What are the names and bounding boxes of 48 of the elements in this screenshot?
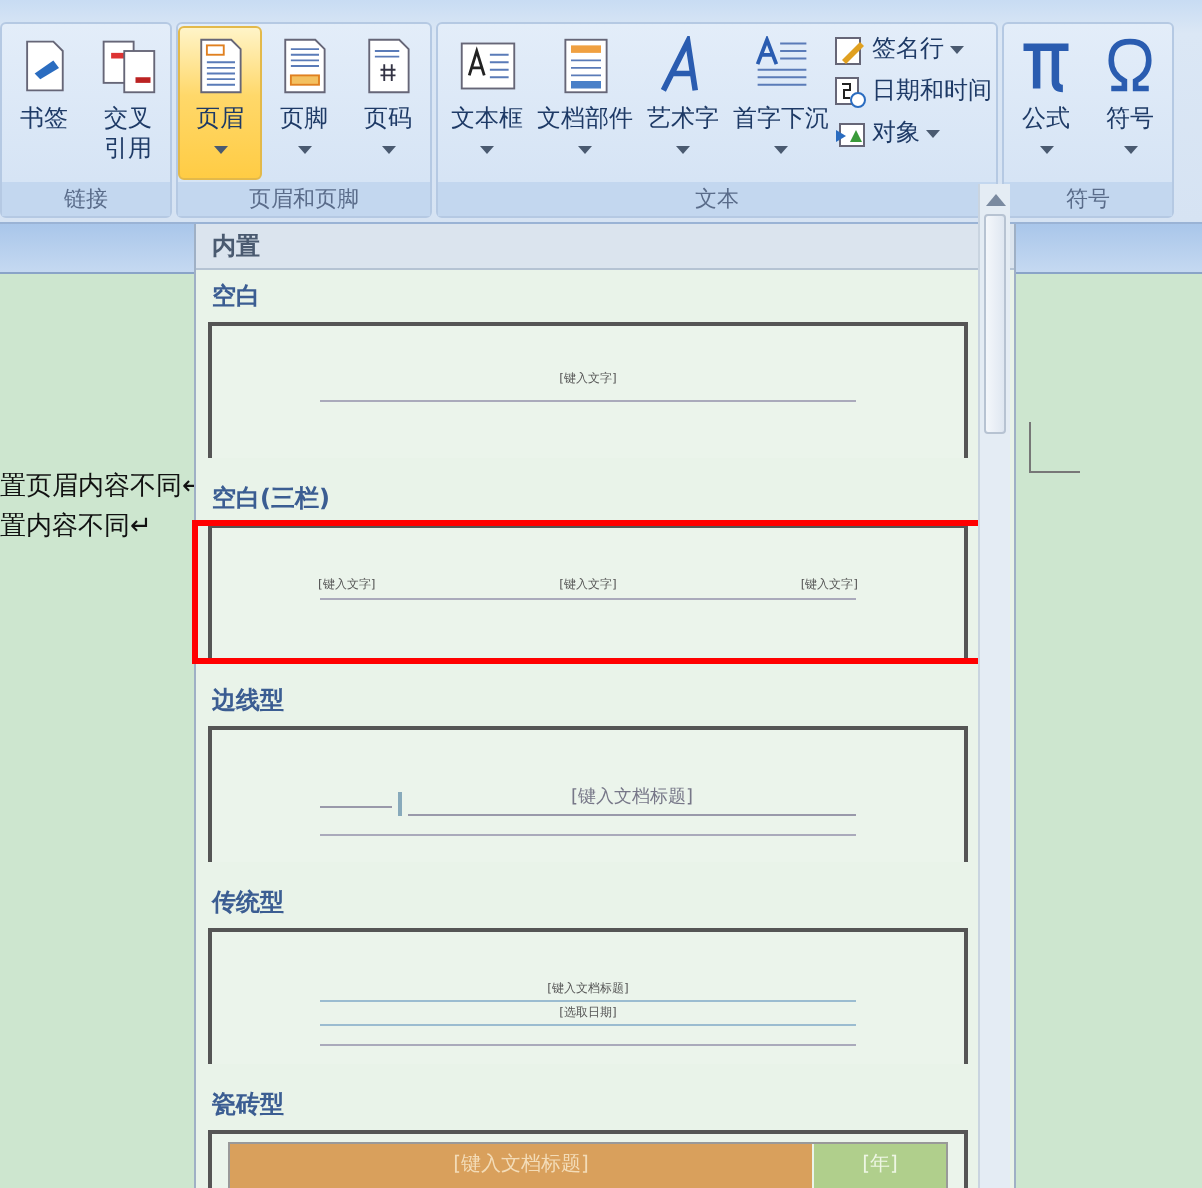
signature-icon	[834, 33, 866, 65]
datetime-icon	[834, 75, 866, 107]
caret-icon	[480, 146, 494, 154]
group-label: 页眉和页脚	[178, 182, 430, 216]
caret-icon	[774, 146, 788, 154]
gallery-item-title: 空白	[210, 280, 262, 314]
ribbon-button[interactable]: 书签	[2, 26, 86, 180]
gallery-item-title: 瓷砖型	[210, 1088, 286, 1122]
year-tile: [年]	[814, 1144, 946, 1188]
crossref-icon	[98, 36, 158, 96]
placeholder-text: [键入文档标题]	[568, 785, 696, 812]
header-preview[interactable]: [键入文档标题]	[208, 726, 968, 862]
gallery-item-title: 边线型	[210, 684, 286, 718]
ribbon-button[interactable]: 签名行	[830, 28, 996, 70]
caret-icon	[213, 146, 227, 154]
ribbon-button[interactable]: 首字下沉	[732, 26, 830, 180]
gallery-item-title: 空白(三栏)	[210, 482, 332, 516]
margin-corner-icon	[1028, 422, 1080, 474]
ribbon-button[interactable]: 日期和时间	[830, 70, 996, 112]
caret-icon	[381, 146, 395, 154]
group-label: 链接	[2, 182, 170, 216]
ribbon-button[interactable]: 页脚	[262, 26, 346, 180]
caret-icon	[950, 45, 964, 53]
caret-icon	[926, 129, 940, 137]
ribbon-button[interactable]: 公式	[1004, 26, 1088, 180]
caret-icon	[1039, 146, 1053, 154]
ribbon-button[interactable]: 交叉引用	[86, 26, 170, 180]
object-icon	[834, 117, 866, 149]
ribbon-button[interactable]: 文档部件	[536, 26, 634, 180]
group-label: 符号	[1004, 182, 1172, 216]
scroll-up-icon[interactable]	[985, 194, 1005, 206]
ribbon-button[interactable]: 符号	[1088, 26, 1172, 180]
group-label: 文本	[438, 182, 996, 216]
caret-icon	[578, 146, 592, 154]
caret-icon	[297, 146, 311, 154]
ribbon-button[interactable]: 对象	[830, 112, 996, 154]
caret-icon	[1123, 146, 1137, 154]
document-text: 置内容不同↵	[0, 510, 154, 546]
ribbon-button[interactable]: 页眉	[178, 26, 262, 180]
ribbon-button[interactable]: 艺术字	[634, 26, 732, 180]
scroll-thumb[interactable]	[984, 214, 1006, 434]
ribbon-button[interactable]: 页码	[346, 26, 430, 180]
ribbon-button[interactable]: 文本框	[438, 26, 536, 180]
gallery-item-title: 传统型	[209, 886, 286, 920]
gallery-header: 内置	[196, 224, 1014, 270]
caret-icon	[676, 146, 690, 154]
title-tile: [键入文档标题]	[230, 1144, 812, 1188]
scrollbar[interactable]	[978, 184, 1010, 1188]
